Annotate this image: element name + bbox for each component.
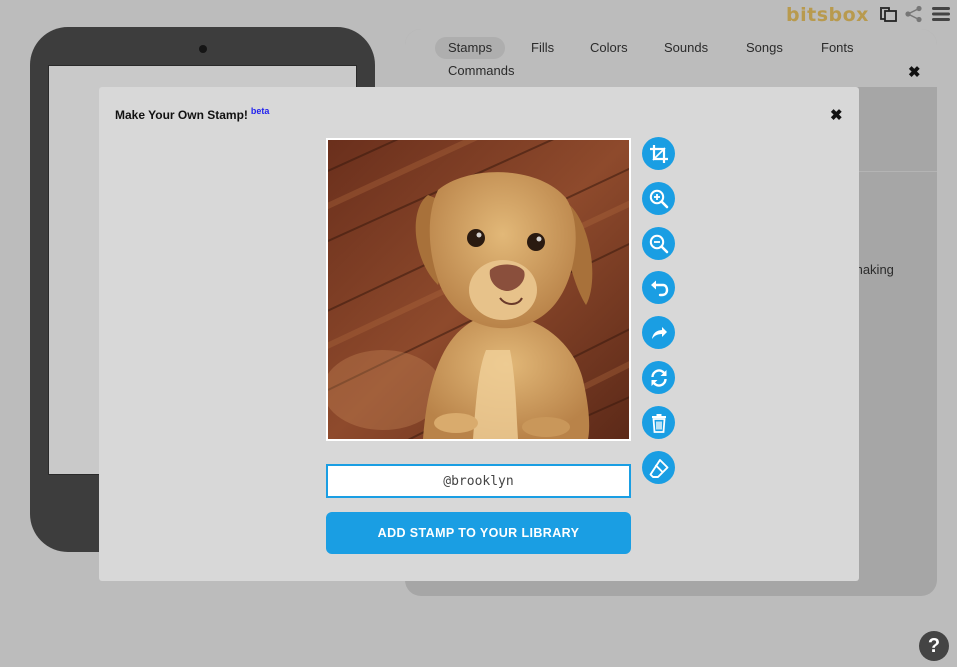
tab-colors[interactable]: Colors — [577, 37, 641, 59]
beta-badge: beta — [250, 106, 270, 116]
zoom-in-icon[interactable] — [642, 182, 675, 215]
share-icon[interactable] — [904, 5, 924, 23]
modal-close-button[interactable]: ✖ — [830, 106, 843, 124]
erase-icon[interactable] — [642, 451, 675, 484]
stamp-name-input[interactable] — [326, 464, 631, 498]
make-stamp-modal: Make Your Own Stamp! beta ✖ @brooklyn AD… — [99, 87, 859, 581]
tab-stamps[interactable]: Stamps — [435, 37, 506, 59]
delete-icon[interactable] — [642, 406, 675, 439]
stamp-image-frame — [326, 138, 631, 441]
drawer-divider — [859, 171, 937, 172]
modal-title: Make Your Own Stamp! beta — [115, 106, 269, 122]
tab-fills[interactable]: Fills — [518, 37, 567, 59]
tab-commands[interactable]: Commands — [435, 60, 527, 82]
add-stamp-button[interactable]: ADD STAMP TO YOUR LIBRARY — [326, 512, 631, 554]
rotate-left-icon[interactable] — [642, 271, 675, 304]
drawer-close-button[interactable]: ✖ — [908, 63, 921, 81]
tab-sounds[interactable]: Sounds — [651, 37, 721, 59]
tab-fonts[interactable]: Fonts — [808, 37, 867, 59]
device-camera — [199, 45, 207, 53]
drawer-tab-bar: Stamps Fills Colors Sounds Songs Fonts C… — [405, 29, 937, 87]
crop-icon[interactable] — [642, 137, 675, 170]
stamp-library-icon[interactable] — [878, 5, 898, 23]
tab-songs[interactable]: Songs — [733, 37, 796, 59]
reset-icon[interactable] — [642, 361, 675, 394]
stamp-image[interactable] — [328, 140, 629, 439]
zoom-out-icon[interactable] — [642, 227, 675, 260]
bitsbox-logo[interactable]: bitsbox — [786, 4, 869, 26]
rotate-right-icon[interactable] — [642, 316, 675, 349]
help-button[interactable]: ? — [919, 631, 949, 661]
modal-title-text: Make Your Own Stamp! — [115, 108, 248, 122]
menu-icon[interactable] — [931, 5, 951, 23]
